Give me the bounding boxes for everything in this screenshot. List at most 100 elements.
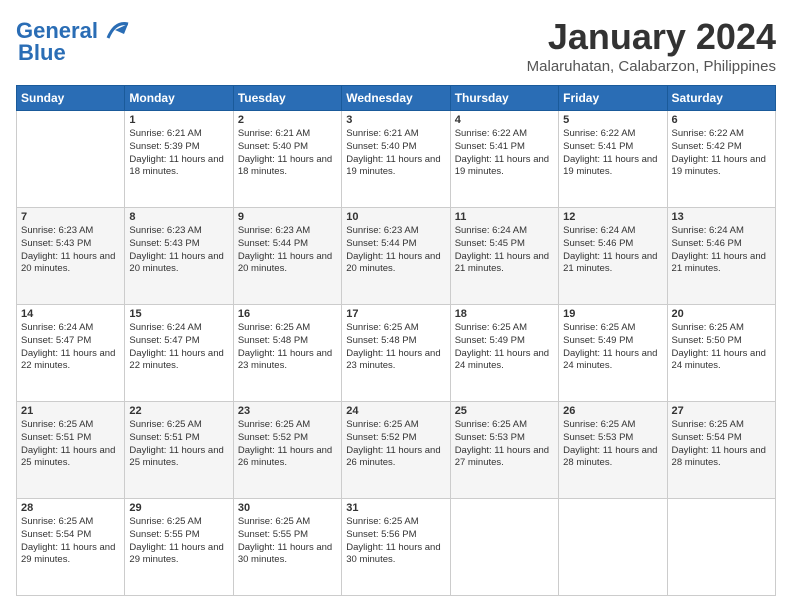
- calendar-cell: 22 Sunrise: 6:25 AM Sunset: 5:51 PM Dayl…: [125, 402, 233, 499]
- daylight-text: Daylight: 11 hours and 28 minutes.: [563, 445, 662, 471]
- calendar-cell: 15 Sunrise: 6:24 AM Sunset: 5:47 PM Dayl…: [125, 305, 233, 402]
- day-number: 6: [672, 114, 771, 126]
- daylight-text: Daylight: 11 hours and 19 minutes.: [563, 154, 662, 180]
- calendar-cell: 26 Sunrise: 6:25 AM Sunset: 5:53 PM Dayl…: [559, 402, 667, 499]
- sunset-text: Sunset: 5:41 PM: [563, 141, 662, 154]
- sunrise-text: Sunrise: 6:21 AM: [346, 128, 445, 141]
- sunset-text: Sunset: 5:40 PM: [238, 141, 337, 154]
- daylight-text: Daylight: 11 hours and 29 minutes.: [21, 542, 120, 568]
- sunset-text: Sunset: 5:52 PM: [238, 432, 337, 445]
- header: General Blue January 2024 Malaruhatan, C…: [16, 16, 776, 75]
- cell-content: Sunrise: 6:25 AM Sunset: 5:52 PM Dayligh…: [346, 419, 445, 470]
- sunset-text: Sunset: 5:44 PM: [346, 238, 445, 251]
- sunset-text: Sunset: 5:46 PM: [672, 238, 771, 251]
- calendar-cell: 5 Sunrise: 6:22 AM Sunset: 5:41 PM Dayli…: [559, 111, 667, 208]
- sunrise-text: Sunrise: 6:25 AM: [346, 419, 445, 432]
- daylight-text: Daylight: 11 hours and 20 minutes.: [346, 251, 445, 277]
- location: Malaruhatan, Calabarzon, Philippines: [527, 58, 776, 75]
- cell-content: Sunrise: 6:25 AM Sunset: 5:56 PM Dayligh…: [346, 516, 445, 567]
- day-number: 11: [455, 211, 554, 223]
- day-number: 29: [129, 502, 228, 514]
- sunset-text: Sunset: 5:48 PM: [238, 335, 337, 348]
- sunrise-text: Sunrise: 6:23 AM: [21, 225, 120, 238]
- cell-content: Sunrise: 6:21 AM Sunset: 5:40 PM Dayligh…: [346, 128, 445, 179]
- sunset-text: Sunset: 5:40 PM: [346, 141, 445, 154]
- sunset-text: Sunset: 5:54 PM: [672, 432, 771, 445]
- daylight-text: Daylight: 11 hours and 23 minutes.: [346, 348, 445, 374]
- day-number: 13: [672, 211, 771, 223]
- daylight-text: Daylight: 11 hours and 29 minutes.: [129, 542, 228, 568]
- day-number: 16: [238, 308, 337, 320]
- sunrise-text: Sunrise: 6:21 AM: [129, 128, 228, 141]
- sunset-text: Sunset: 5:55 PM: [238, 529, 337, 542]
- sunrise-text: Sunrise: 6:25 AM: [238, 419, 337, 432]
- calendar-cell: 23 Sunrise: 6:25 AM Sunset: 5:52 PM Dayl…: [233, 402, 341, 499]
- daylight-text: Daylight: 11 hours and 26 minutes.: [346, 445, 445, 471]
- daylight-text: Daylight: 11 hours and 18 minutes.: [129, 154, 228, 180]
- daylight-text: Daylight: 11 hours and 28 minutes.: [672, 445, 771, 471]
- calendar-cell: 1 Sunrise: 6:21 AM Sunset: 5:39 PM Dayli…: [125, 111, 233, 208]
- sunrise-text: Sunrise: 6:22 AM: [563, 128, 662, 141]
- col-friday: Friday: [559, 86, 667, 111]
- calendar-cell: 3 Sunrise: 6:21 AM Sunset: 5:40 PM Dayli…: [342, 111, 450, 208]
- day-number: 1: [129, 114, 228, 126]
- sunset-text: Sunset: 5:44 PM: [238, 238, 337, 251]
- calendar-cell: 31 Sunrise: 6:25 AM Sunset: 5:56 PM Dayl…: [342, 499, 450, 596]
- sunrise-text: Sunrise: 6:22 AM: [455, 128, 554, 141]
- logo: General Blue: [16, 16, 130, 66]
- daylight-text: Daylight: 11 hours and 26 minutes.: [238, 445, 337, 471]
- cell-content: Sunrise: 6:23 AM Sunset: 5:44 PM Dayligh…: [238, 225, 337, 276]
- cell-content: Sunrise: 6:25 AM Sunset: 5:55 PM Dayligh…: [129, 516, 228, 567]
- cell-content: Sunrise: 6:21 AM Sunset: 5:39 PM Dayligh…: [129, 128, 228, 179]
- daylight-text: Daylight: 11 hours and 20 minutes.: [238, 251, 337, 277]
- day-number: 30: [238, 502, 337, 514]
- daylight-text: Daylight: 11 hours and 22 minutes.: [21, 348, 120, 374]
- calendar-cell: [559, 499, 667, 596]
- col-sunday: Sunday: [17, 86, 125, 111]
- sunset-text: Sunset: 5:47 PM: [21, 335, 120, 348]
- sunset-text: Sunset: 5:55 PM: [129, 529, 228, 542]
- calendar-cell: 8 Sunrise: 6:23 AM Sunset: 5:43 PM Dayli…: [125, 208, 233, 305]
- day-number: 22: [129, 405, 228, 417]
- col-saturday: Saturday: [667, 86, 775, 111]
- calendar: Sunday Monday Tuesday Wednesday Thursday…: [16, 85, 776, 596]
- calendar-cell: 4 Sunrise: 6:22 AM Sunset: 5:41 PM Dayli…: [450, 111, 558, 208]
- sunset-text: Sunset: 5:50 PM: [672, 335, 771, 348]
- daylight-text: Daylight: 11 hours and 30 minutes.: [238, 542, 337, 568]
- daylight-text: Daylight: 11 hours and 25 minutes.: [129, 445, 228, 471]
- cell-content: Sunrise: 6:23 AM Sunset: 5:43 PM Dayligh…: [21, 225, 120, 276]
- calendar-week-3: 21 Sunrise: 6:25 AM Sunset: 5:51 PM Dayl…: [17, 402, 776, 499]
- month-title: January 2024: [527, 16, 776, 58]
- cell-content: Sunrise: 6:24 AM Sunset: 5:46 PM Dayligh…: [563, 225, 662, 276]
- calendar-cell: 6 Sunrise: 6:22 AM Sunset: 5:42 PM Dayli…: [667, 111, 775, 208]
- day-number: 4: [455, 114, 554, 126]
- day-number: 2: [238, 114, 337, 126]
- cell-content: Sunrise: 6:25 AM Sunset: 5:51 PM Dayligh…: [129, 419, 228, 470]
- sunrise-text: Sunrise: 6:25 AM: [238, 322, 337, 335]
- cell-content: Sunrise: 6:25 AM Sunset: 5:48 PM Dayligh…: [346, 322, 445, 373]
- sunrise-text: Sunrise: 6:22 AM: [672, 128, 771, 141]
- day-number: 21: [21, 405, 120, 417]
- sunset-text: Sunset: 5:48 PM: [346, 335, 445, 348]
- daylight-text: Daylight: 11 hours and 21 minutes.: [455, 251, 554, 277]
- day-number: 23: [238, 405, 337, 417]
- daylight-text: Daylight: 11 hours and 24 minutes.: [563, 348, 662, 374]
- day-number: 7: [21, 211, 120, 223]
- day-number: 15: [129, 308, 228, 320]
- calendar-cell: 21 Sunrise: 6:25 AM Sunset: 5:51 PM Dayl…: [17, 402, 125, 499]
- sunrise-text: Sunrise: 6:24 AM: [563, 225, 662, 238]
- calendar-cell: 24 Sunrise: 6:25 AM Sunset: 5:52 PM Dayl…: [342, 402, 450, 499]
- calendar-cell: 12 Sunrise: 6:24 AM Sunset: 5:46 PM Dayl…: [559, 208, 667, 305]
- daylight-text: Daylight: 11 hours and 30 minutes.: [346, 542, 445, 568]
- calendar-cell: 2 Sunrise: 6:21 AM Sunset: 5:40 PM Dayli…: [233, 111, 341, 208]
- sunset-text: Sunset: 5:42 PM: [672, 141, 771, 154]
- cell-content: Sunrise: 6:24 AM Sunset: 5:47 PM Dayligh…: [129, 322, 228, 373]
- calendar-cell: 20 Sunrise: 6:25 AM Sunset: 5:50 PM Dayl…: [667, 305, 775, 402]
- page: General Blue January 2024 Malaruhatan, C…: [0, 0, 792, 612]
- col-wednesday: Wednesday: [342, 86, 450, 111]
- calendar-week-2: 14 Sunrise: 6:24 AM Sunset: 5:47 PM Dayl…: [17, 305, 776, 402]
- sunrise-text: Sunrise: 6:24 AM: [455, 225, 554, 238]
- daylight-text: Daylight: 11 hours and 19 minutes.: [455, 154, 554, 180]
- cell-content: Sunrise: 6:25 AM Sunset: 5:54 PM Dayligh…: [672, 419, 771, 470]
- calendar-cell: 9 Sunrise: 6:23 AM Sunset: 5:44 PM Dayli…: [233, 208, 341, 305]
